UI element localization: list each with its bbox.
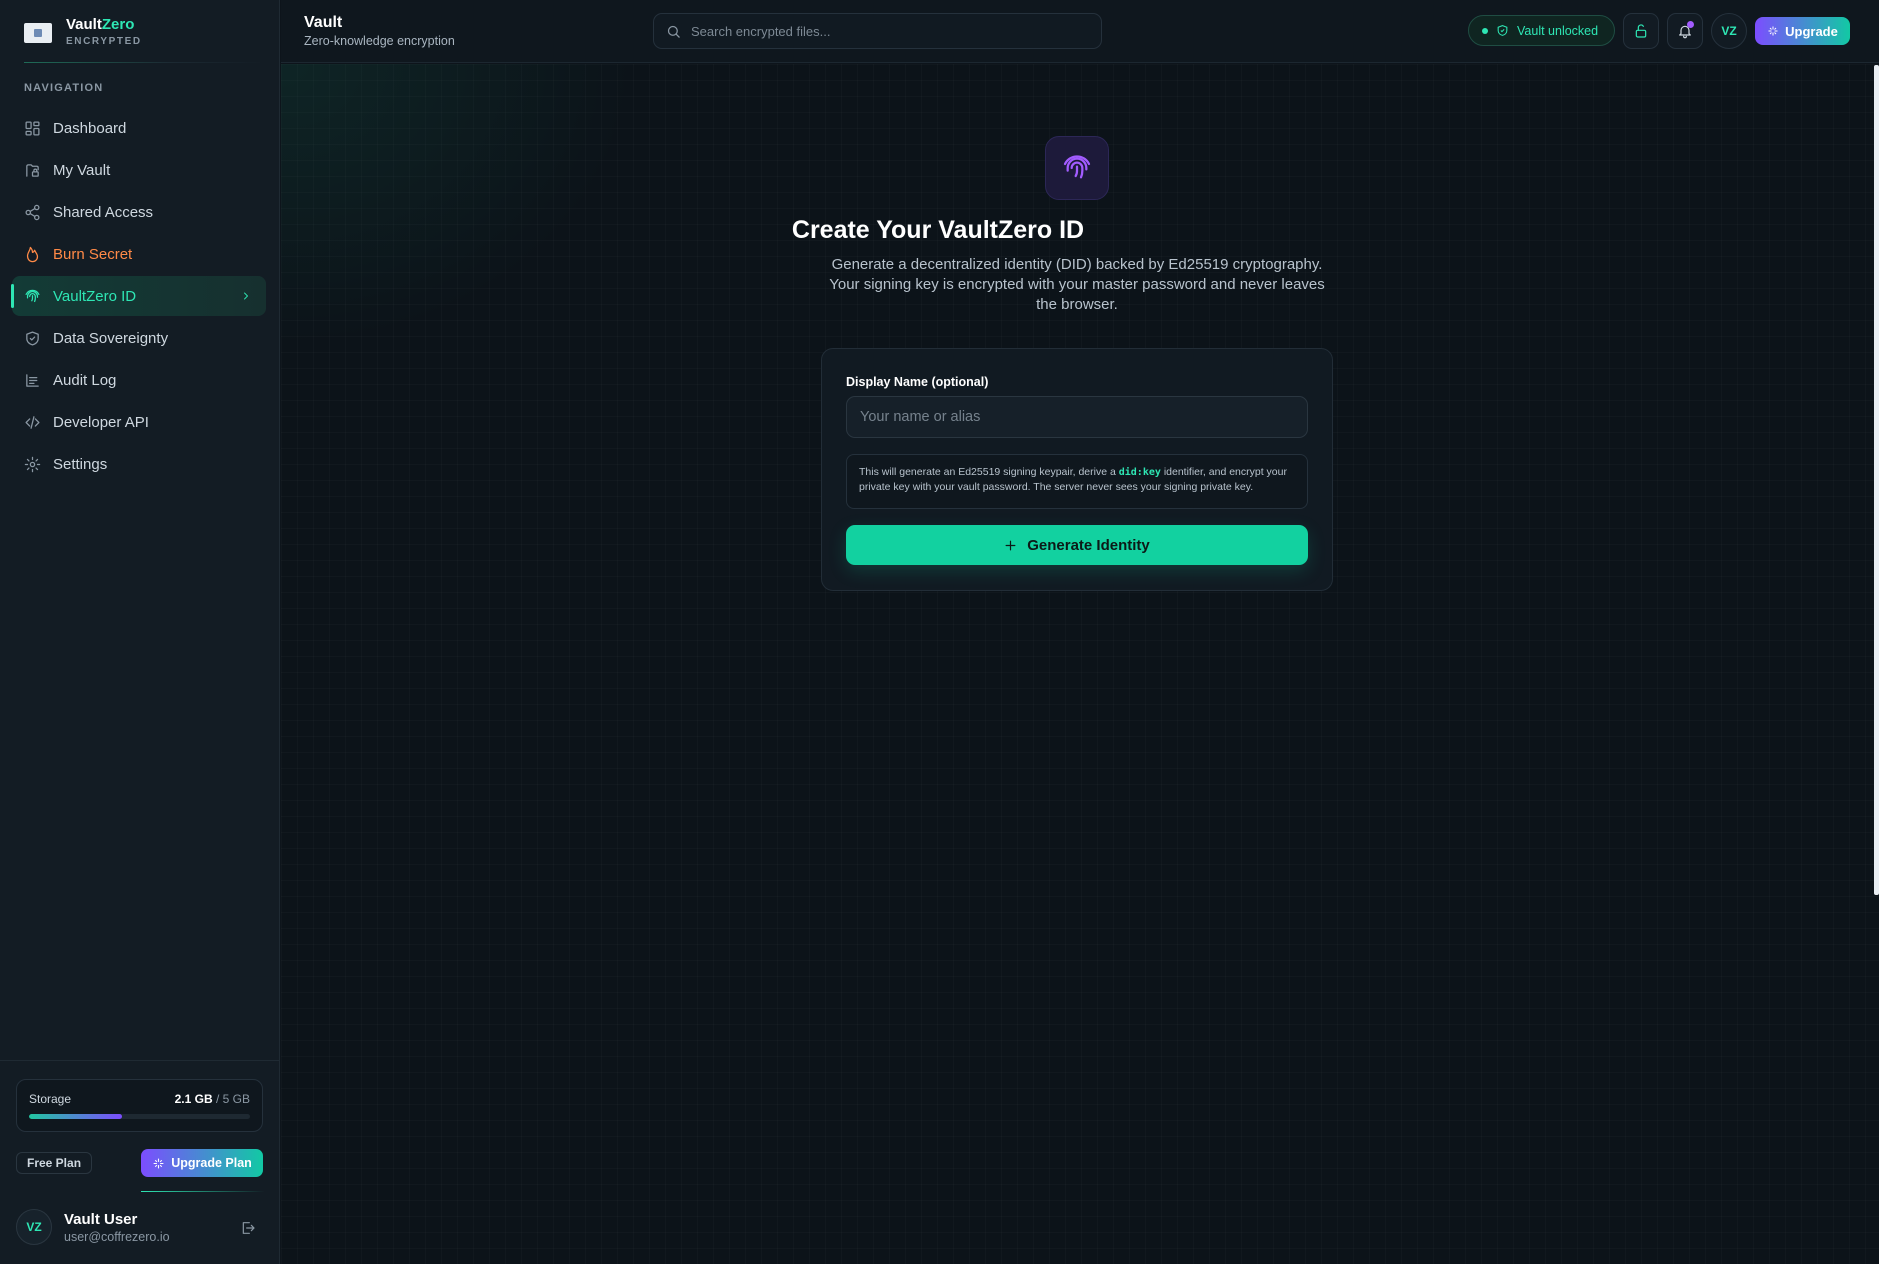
- sidebar-item-label: Dashboard: [53, 119, 127, 137]
- generate-identity-button[interactable]: Generate Identity: [846, 525, 1308, 565]
- page-title: Vault: [304, 14, 343, 31]
- fingerprint-icon: [25, 289, 40, 302]
- did-key-code: did:key: [1118, 467, 1161, 478]
- status-dot: [1482, 27, 1488, 34]
- display-name-label: Display Name (optional): [846, 375, 989, 389]
- search-icon: [667, 25, 680, 38]
- hero-title: Create Your VaultZero ID: [791, 216, 1085, 244]
- sidebar-item-label: Shared Access: [53, 203, 154, 221]
- fingerprint-icon: [1063, 155, 1091, 179]
- nav-heading: NAVIGATION: [24, 82, 104, 94]
- hero-fingerprint-badge: [1045, 136, 1109, 200]
- shield-check-icon: [1497, 25, 1508, 36]
- upgrade-plan-button[interactable]: Upgrade Plan: [141, 1149, 263, 1177]
- storage-card: Storage 2.1 GB / 5 GB: [16, 1079, 263, 1132]
- sidebar-item-settings[interactable]: Settings: [12, 444, 266, 484]
- display-name-input[interactable]: [846, 396, 1308, 438]
- sidebar-item-dashboard[interactable]: Dashboard: [12, 108, 266, 148]
- dashboard-icon: [25, 120, 40, 136]
- notifications-button[interactable]: [1667, 13, 1703, 49]
- sidebar-item-label: Data Sovereignty: [53, 329, 169, 347]
- unlock-icon: [1635, 24, 1647, 38]
- notification-dot: [1687, 21, 1694, 28]
- scrollbar[interactable]: [1874, 65, 1879, 895]
- brand-divider: [24, 62, 264, 63]
- sparkle-icon: [153, 1158, 164, 1168]
- upgrade-label: Upgrade: [1785, 23, 1838, 39]
- sidebar-item-shared-access[interactable]: Shared Access: [12, 192, 266, 232]
- sidebar-item-burn-secret[interactable]: Burn Secret: [12, 234, 266, 274]
- brand-name: VaultZero: [66, 16, 135, 33]
- logout-button[interactable]: [240, 1220, 256, 1236]
- sidebar-item-vaultzero-id[interactable]: VaultZero ID: [11, 276, 266, 316]
- brand[interactable]: VaultZero ENCRYPTED: [24, 16, 142, 49]
- gear-icon: [24, 456, 41, 472]
- sidebar-item-audit-log[interactable]: Audit Log: [12, 360, 266, 400]
- sparkle-icon: [1768, 26, 1778, 36]
- identity-form-card: Display Name (optional) This will genera…: [821, 348, 1333, 591]
- sidebar-item-label: Developer API: [53, 413, 149, 431]
- upgrade-plan-label: Upgrade Plan: [171, 1156, 252, 1170]
- upgrade-button[interactable]: Upgrade: [1755, 17, 1850, 45]
- user-divider: [141, 1191, 265, 1192]
- user-email: user@coffrezero.io: [64, 1230, 170, 1244]
- nav-list: Dashboard My Vault Shared Access Burn Se…: [11, 108, 266, 486]
- storage-label: Storage: [29, 1092, 72, 1106]
- avatar[interactable]: VZ: [16, 1209, 52, 1245]
- logout-icon: [242, 1222, 255, 1234]
- sidebar-item-developer-api[interactable]: Developer API: [12, 402, 266, 442]
- sidebar-bottom-divider: [0, 1060, 280, 1061]
- log-icon: [26, 373, 39, 387]
- sidebar-item-label: Burn Secret: [53, 245, 133, 263]
- hero-description: Generate a decentralized identity (DID) …: [829, 256, 1325, 313]
- code-icon: [25, 415, 40, 429]
- share-icon: [25, 204, 40, 220]
- storage-progress-bar: [29, 1114, 250, 1119]
- sidebar-item-my-vault[interactable]: My Vault: [12, 150, 266, 190]
- brand-logo: [24, 22, 52, 43]
- search-bar[interactable]: [653, 13, 1102, 49]
- flame-icon: [26, 246, 39, 262]
- plan-badge: Free Plan: [16, 1152, 93, 1174]
- sidebar-item-label: Audit Log: [53, 371, 117, 389]
- brand-subtitle: ENCRYPTED: [66, 36, 142, 47]
- vault-icon: [26, 163, 39, 177]
- sidebar-item-label: Settings: [53, 455, 108, 473]
- status-badge: Vault unlocked: [1468, 15, 1615, 46]
- page-subtitle: Zero-knowledge encryption: [304, 34, 455, 48]
- generate-identity-label: Generate Identity: [1027, 536, 1150, 554]
- info-notice: This will generate an Ed25519 signing ke…: [846, 454, 1308, 509]
- top-header: Vault Zero-knowledge encryption Vault un…: [281, 0, 1879, 63]
- storage-progress-fill: [29, 1114, 122, 1119]
- sidebar-item-label: My Vault: [53, 161, 111, 179]
- main-content: Create Your VaultZero ID Generate a dece…: [281, 64, 1879, 1264]
- lock-vault-button[interactable]: [1623, 13, 1659, 49]
- search-input[interactable]: [691, 23, 1101, 39]
- sidebar-item-label: VaultZero ID: [53, 287, 137, 305]
- status-text: Vault unlocked: [1517, 23, 1599, 38]
- sidebar-item-data-sovereignty[interactable]: Data Sovereignty: [12, 318, 266, 358]
- plus-icon: [1005, 540, 1016, 550]
- shield-icon: [26, 330, 39, 346]
- storage-value: 2.1 GB / 5 GB: [174, 1092, 250, 1106]
- user-name: Vault User: [64, 1211, 138, 1228]
- header-avatar[interactable]: VZ: [1711, 13, 1747, 49]
- chevron-right-icon: [244, 292, 248, 300]
- sidebar: VaultZero ENCRYPTED NAVIGATION Dashboard…: [0, 0, 280, 1264]
